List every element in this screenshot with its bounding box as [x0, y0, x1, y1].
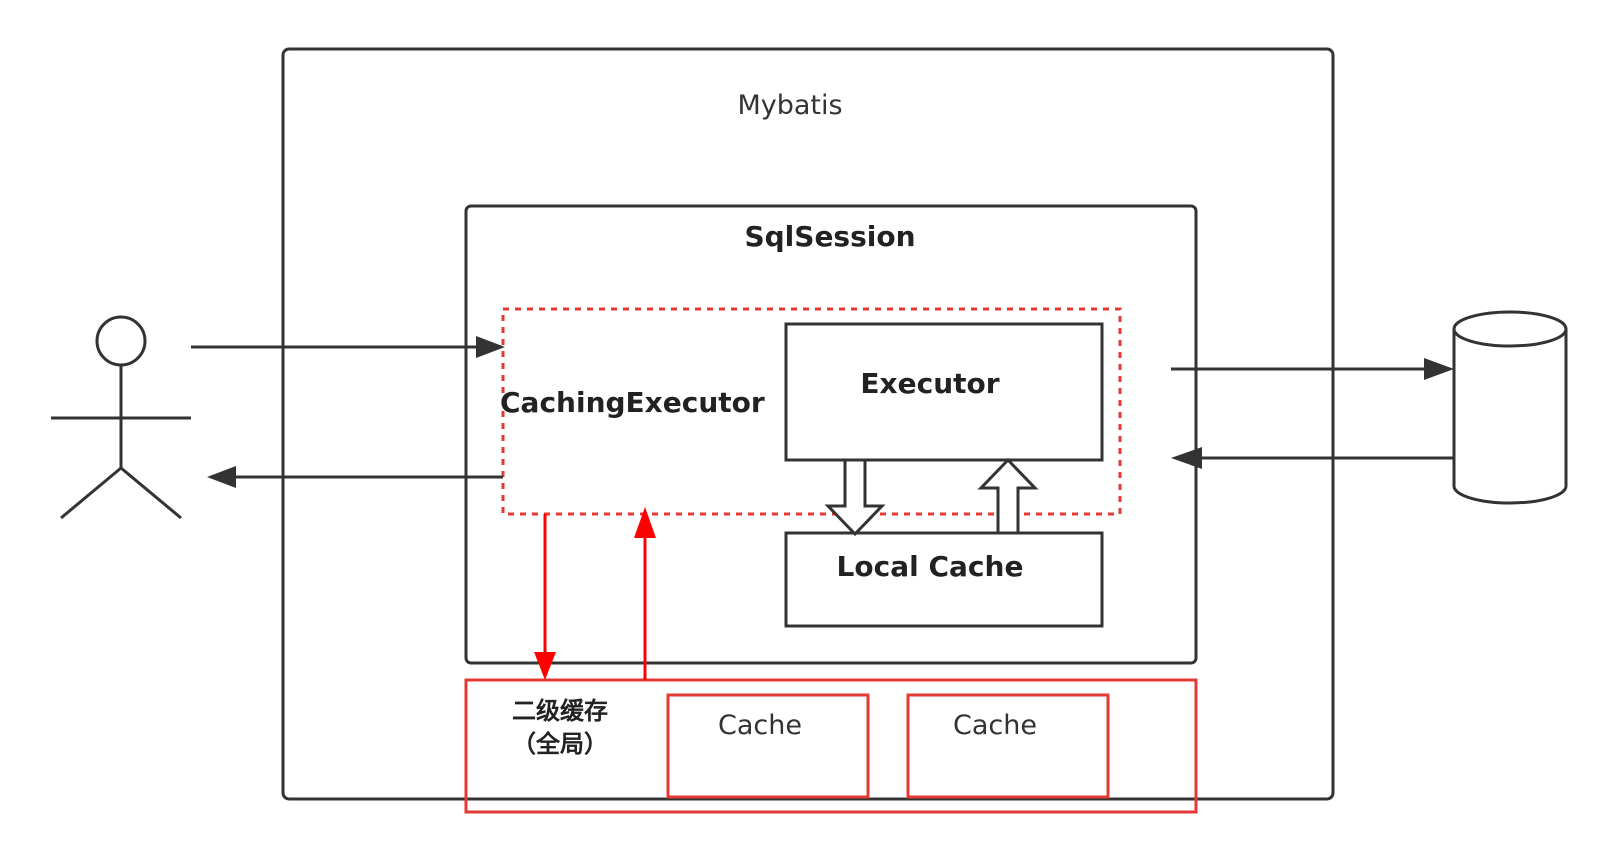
red-arrow-down — [534, 514, 556, 680]
request-arrow — [191, 336, 505, 358]
query-db-arrow — [1171, 358, 1454, 380]
database-icon — [1452, 310, 1568, 505]
executor-to-localcache-arrow — [824, 458, 886, 537]
caching-executor-label: CachingExecutor — [500, 386, 765, 419]
mybatis-title: Mybatis — [737, 90, 843, 121]
db-result-arrow — [1171, 447, 1454, 469]
cache-label-1: Cache — [718, 710, 802, 741]
cache-label-2: Cache — [953, 710, 1037, 741]
user-actor-icon — [51, 315, 191, 520]
local-cache-label: Local Cache — [836, 550, 1024, 583]
response-arrow — [207, 466, 503, 488]
executor-label: Executor — [860, 367, 1000, 400]
localcache-to-executor-arrow — [977, 457, 1039, 535]
sqlsession-title: SqlSession — [744, 220, 916, 253]
red-arrow-up — [634, 507, 656, 680]
second-level-cache-label: 二级缓存 （全局） — [512, 697, 608, 758]
